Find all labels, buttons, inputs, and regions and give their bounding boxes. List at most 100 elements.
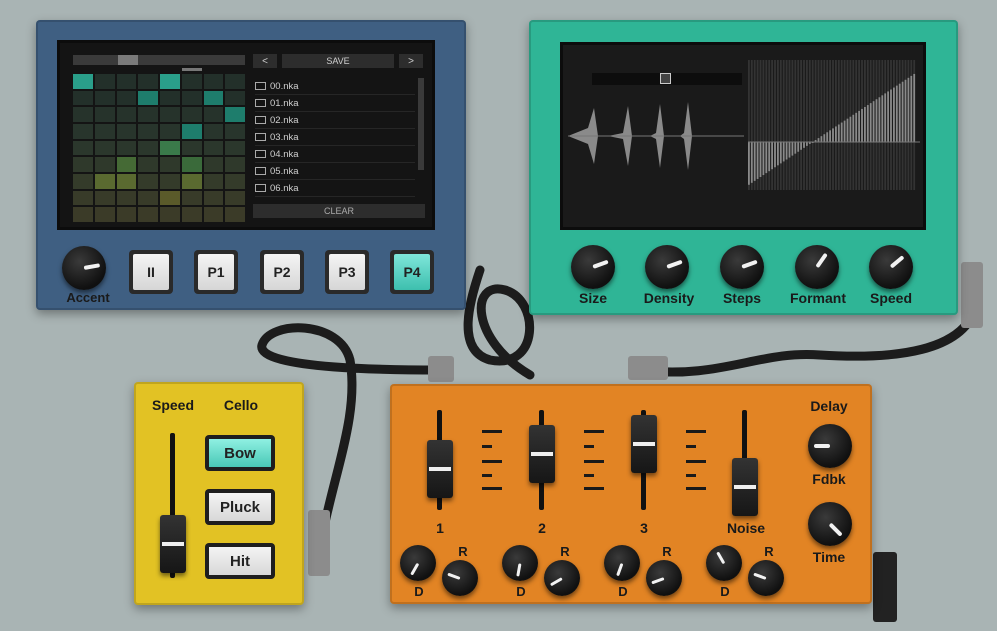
step-cell[interactable] xyxy=(138,124,158,139)
channel-2-release-knob[interactable] xyxy=(544,560,580,596)
step-cell[interactable] xyxy=(73,140,93,156)
step-cell[interactable] xyxy=(203,174,224,189)
step-cell[interactable] xyxy=(94,190,115,206)
step-cell[interactable] xyxy=(203,74,224,89)
pause-button[interactable]: II xyxy=(129,250,173,294)
step-cell[interactable] xyxy=(73,107,93,122)
step-cell[interactable] xyxy=(160,140,180,156)
pattern-p2-button[interactable]: P2 xyxy=(260,250,304,294)
step-cell[interactable] xyxy=(203,190,224,206)
step-cell[interactable] xyxy=(94,174,115,189)
step-cell[interactable] xyxy=(116,107,137,122)
step-cell[interactable] xyxy=(94,140,115,156)
step-cell[interactable] xyxy=(160,90,180,106)
pluck-button[interactable]: Pluck xyxy=(205,489,275,525)
step-cell[interactable] xyxy=(138,140,158,156)
step-cell[interactable] xyxy=(116,174,137,189)
step-cell[interactable] xyxy=(181,174,202,189)
channel-2-fader[interactable] xyxy=(529,425,555,483)
speed-knob[interactable] xyxy=(869,245,913,289)
step-cell[interactable] xyxy=(116,74,137,89)
pattern-p3-button[interactable]: P3 xyxy=(325,250,369,294)
step-cell[interactable] xyxy=(160,107,180,122)
step-cell[interactable] xyxy=(181,157,202,172)
step-cell[interactable] xyxy=(203,124,224,139)
bow-button[interactable]: Bow xyxy=(205,435,275,471)
step-cell[interactable] xyxy=(138,107,158,122)
channel-3-fader[interactable] xyxy=(631,415,657,473)
file-list-item[interactable]: 04.nka xyxy=(255,146,415,163)
step-cell[interactable] xyxy=(181,207,202,222)
step-cell[interactable] xyxy=(225,124,245,139)
file-list-item[interactable]: 03.nka xyxy=(255,129,415,146)
step-cell[interactable] xyxy=(181,74,202,89)
step-cell[interactable] xyxy=(181,190,202,206)
clear-button[interactable]: CLEAR xyxy=(253,204,425,218)
step-cell[interactable] xyxy=(94,107,115,122)
prev-preset-button[interactable]: < xyxy=(253,54,277,68)
step-cell[interactable] xyxy=(138,157,158,172)
hit-button[interactable]: Hit xyxy=(205,543,275,579)
step-cell[interactable] xyxy=(73,90,93,106)
step-cell[interactable] xyxy=(203,157,224,172)
formant-knob[interactable] xyxy=(795,245,839,289)
noise-decay-knob[interactable] xyxy=(706,545,742,581)
step-cell[interactable] xyxy=(225,190,245,206)
step-cell[interactable] xyxy=(138,74,158,89)
channel-1-decay-knob[interactable] xyxy=(400,545,436,581)
step-cell[interactable] xyxy=(160,124,180,139)
file-list-item[interactable]: 05.nka xyxy=(255,163,415,180)
channel-1-release-knob[interactable] xyxy=(442,560,478,596)
step-cell[interactable] xyxy=(225,207,245,222)
file-list-item[interactable]: 01.nka xyxy=(255,95,415,112)
position-handle[interactable] xyxy=(660,73,671,84)
step-cell[interactable] xyxy=(94,74,115,89)
step-cell[interactable] xyxy=(138,174,158,189)
pattern-p4-button[interactable]: P4 xyxy=(390,250,434,294)
step-cell[interactable] xyxy=(225,140,245,156)
step-cell[interactable] xyxy=(160,190,180,206)
step-cell[interactable] xyxy=(116,157,137,172)
step-cell[interactable] xyxy=(203,140,224,156)
step-cell[interactable] xyxy=(73,207,93,222)
step-cell[interactable] xyxy=(116,190,137,206)
step-cell[interactable] xyxy=(225,174,245,189)
step-cell[interactable] xyxy=(203,107,224,122)
step-cell[interactable] xyxy=(160,157,180,172)
save-button[interactable]: SAVE xyxy=(282,54,394,68)
step-cell[interactable] xyxy=(203,90,224,106)
step-cell[interactable] xyxy=(181,124,202,139)
fdbk-knob[interactable] xyxy=(808,424,852,468)
step-cell[interactable] xyxy=(138,190,158,206)
step-cell[interactable] xyxy=(225,74,245,89)
step-cell[interactable] xyxy=(160,174,180,189)
pattern-p1-button[interactable]: P1 xyxy=(194,250,238,294)
next-preset-button[interactable]: > xyxy=(399,54,423,68)
step-cell[interactable] xyxy=(94,157,115,172)
step-cell[interactable] xyxy=(181,140,202,156)
step-grid[interactable] xyxy=(73,74,245,222)
step-cell[interactable] xyxy=(73,190,93,206)
step-cell[interactable] xyxy=(94,90,115,106)
channel-3-release-knob[interactable] xyxy=(646,560,682,596)
channel-3-decay-knob[interactable] xyxy=(604,545,640,581)
speed-slider-handle[interactable] xyxy=(160,515,186,573)
step-cell[interactable] xyxy=(116,140,137,156)
step-cell[interactable] xyxy=(94,124,115,139)
step-cell[interactable] xyxy=(181,107,202,122)
step-cell[interactable] xyxy=(181,90,202,106)
step-cell[interactable] xyxy=(73,74,93,89)
accent-knob[interactable] xyxy=(62,246,106,290)
step-cell[interactable] xyxy=(73,157,93,172)
file-list-item[interactable]: 06.nka xyxy=(255,180,415,197)
step-cell[interactable] xyxy=(138,207,158,222)
file-list-item[interactable]: 02.nka xyxy=(255,112,415,129)
file-list-item[interactable]: 00.nka xyxy=(255,78,415,95)
steps-knob[interactable] xyxy=(720,245,764,289)
step-cell[interactable] xyxy=(116,207,137,222)
density-knob[interactable] xyxy=(645,245,689,289)
size-knob[interactable] xyxy=(571,245,615,289)
time-knob[interactable] xyxy=(808,502,852,546)
step-cell[interactable] xyxy=(94,207,115,222)
step-cell[interactable] xyxy=(116,124,137,139)
